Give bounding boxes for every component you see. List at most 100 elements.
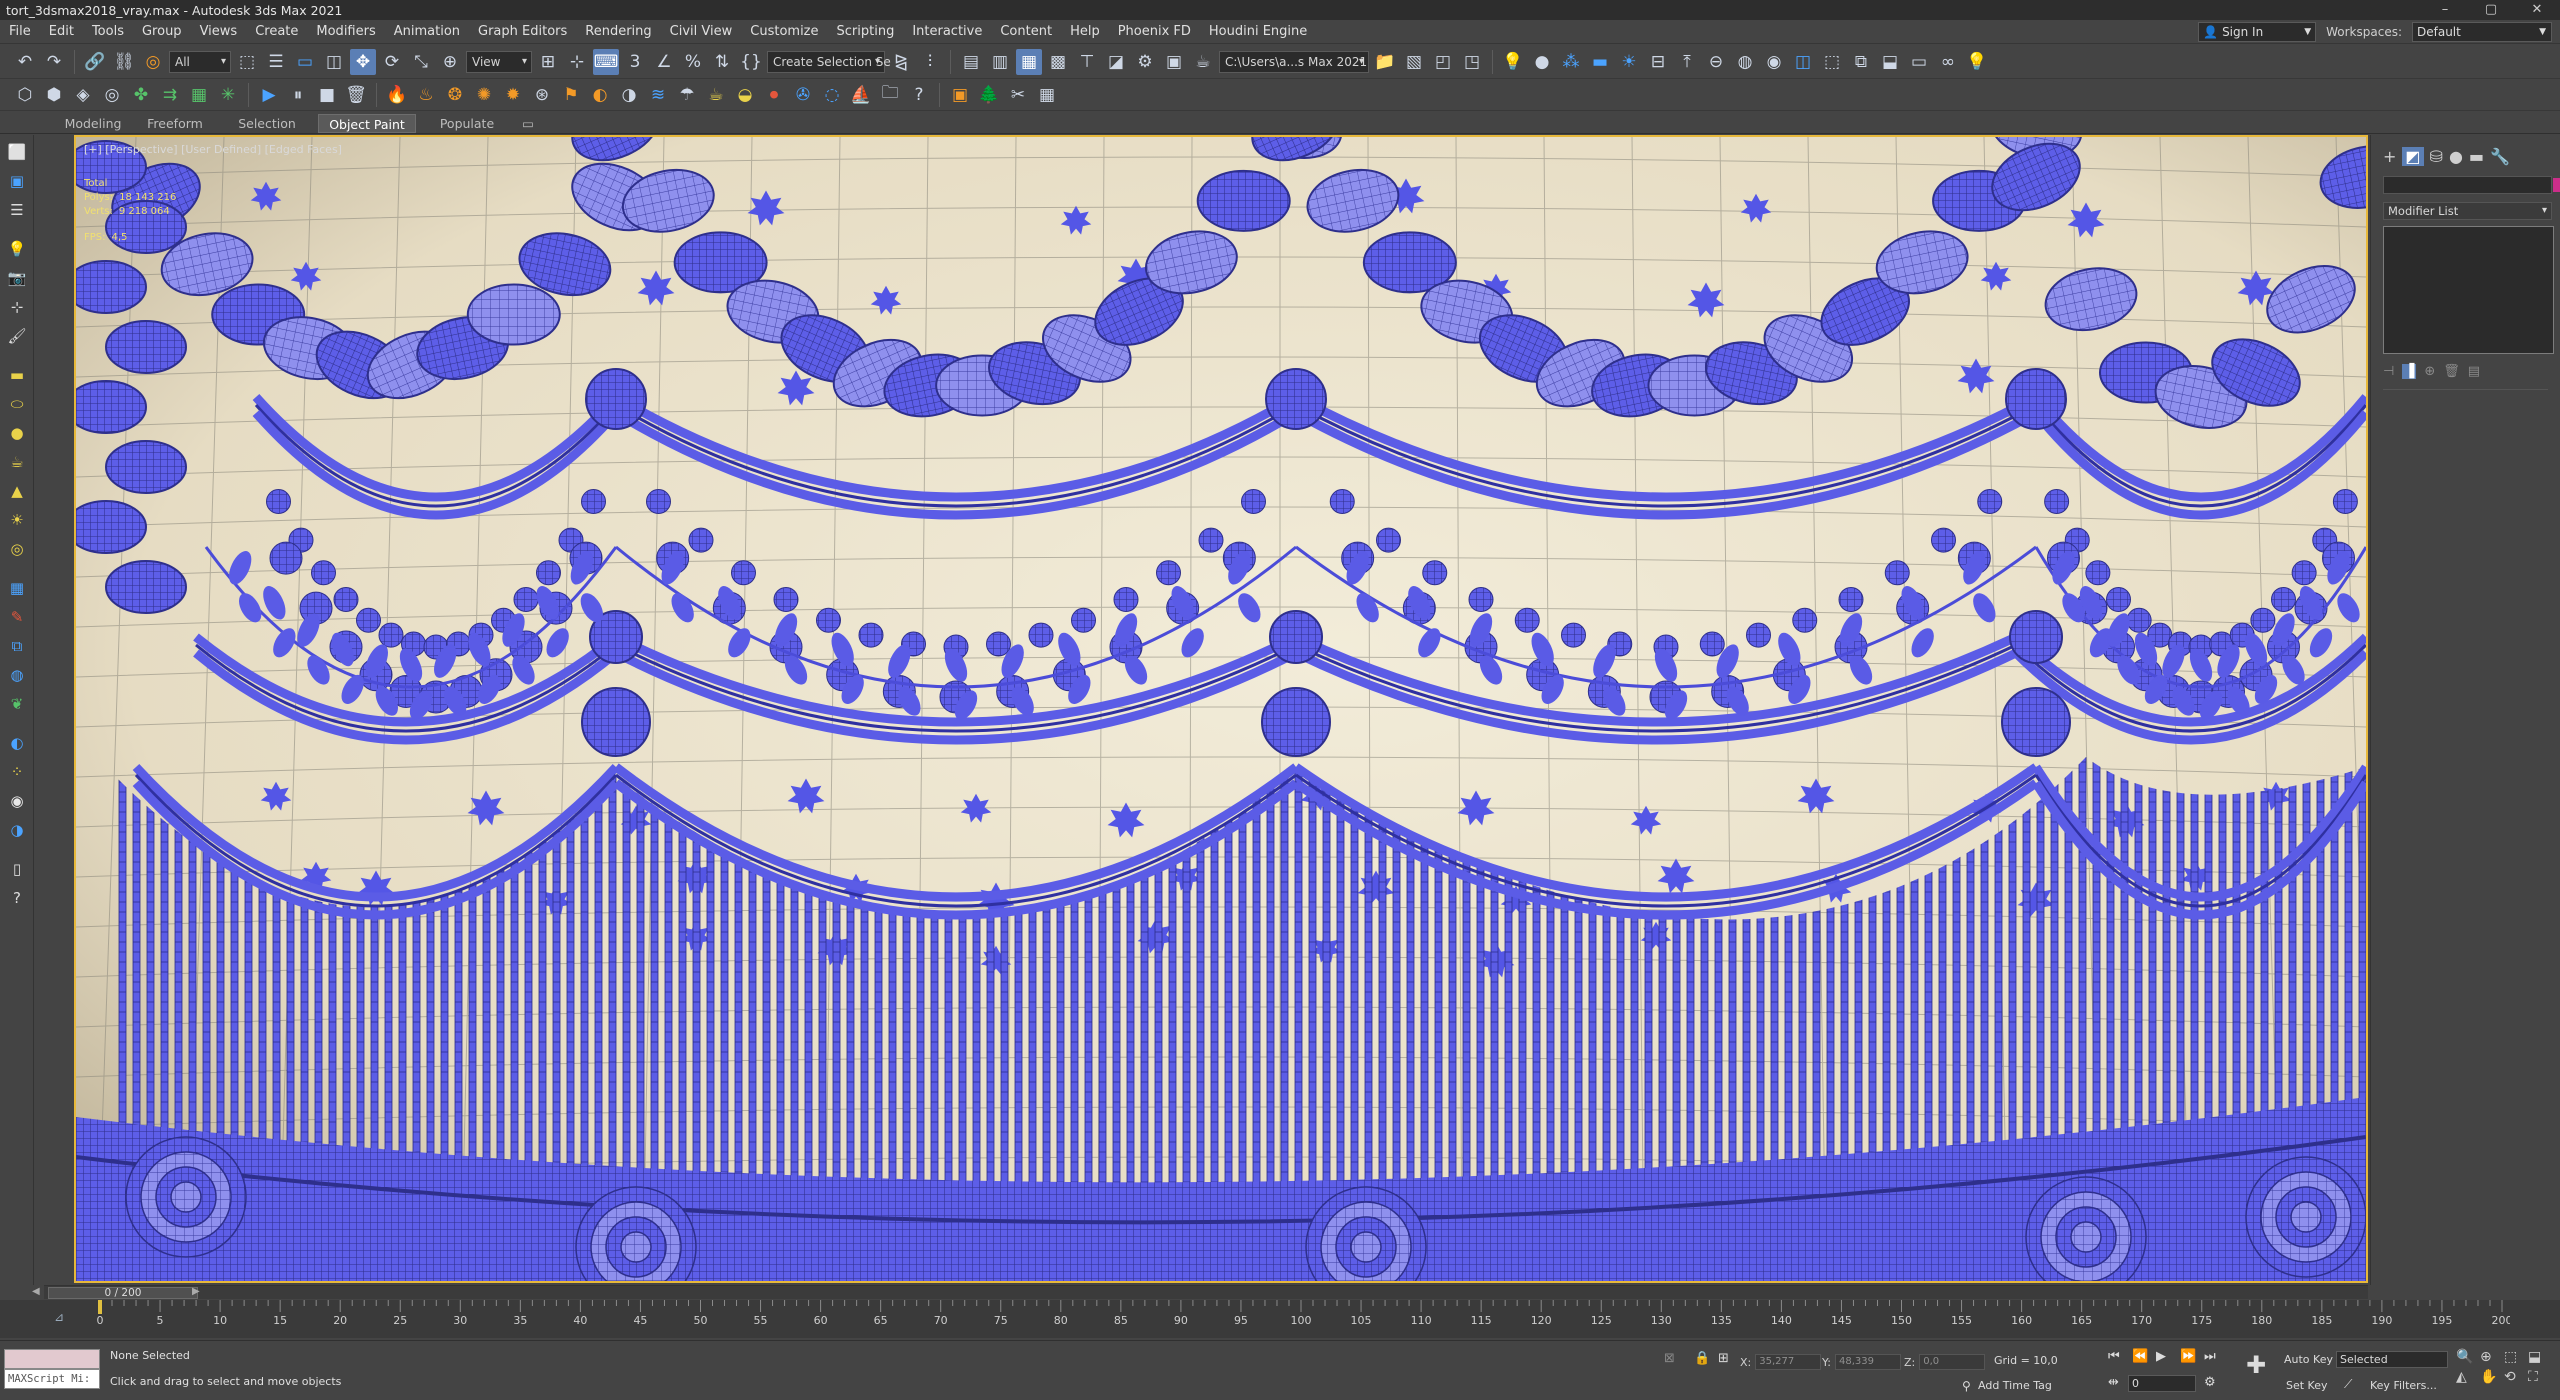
maxscript-listener[interactable]: MAXScript Mi: xyxy=(4,1349,100,1389)
x-field[interactable]: 35,277 xyxy=(1755,1354,1822,1370)
undo-icon[interactable]: ↶ xyxy=(12,49,38,75)
modifier-stack[interactable] xyxy=(2383,226,2554,354)
menu-content[interactable]: Content xyxy=(991,20,1061,44)
time-tag-icon[interactable]: ⚲ xyxy=(1962,1379,1971,1393)
maximize-viewport-icon[interactable]: ⛶ xyxy=(2528,1369,2550,1385)
link-icon[interactable]: 🔗 xyxy=(82,49,108,75)
edit-named-selection-icon[interactable]: {} xyxy=(738,49,764,75)
vray-render-icon[interactable]: ◰ xyxy=(1430,49,1456,75)
minimize-button[interactable]: – xyxy=(2422,0,2468,20)
absolute-mode-icon[interactable]: ⊞ xyxy=(1718,1351,1729,1366)
phoenix-record-icon[interactable]: ⏺ xyxy=(761,82,787,108)
cone-icon[interactable]: ▲ xyxy=(5,479,29,503)
pan-icon[interactable]: ✋ xyxy=(2480,1369,2502,1385)
zoom-extents-all-icon[interactable]: ⬓ xyxy=(2528,1349,2550,1365)
menu-tools[interactable]: Tools xyxy=(83,20,133,44)
stack-icon[interactable]: ⧉ xyxy=(5,634,29,658)
viewport-icon[interactable]: ▣ xyxy=(5,169,29,193)
ribbon-options-icon[interactable]: ▭ xyxy=(516,114,540,133)
tab-selection[interactable]: Selection xyxy=(232,114,302,133)
isolate-selection-icon[interactable]: ⊠ xyxy=(1664,1351,1675,1366)
fluid-icon[interactable]: ◐ xyxy=(5,731,29,755)
menu-civil-view[interactable]: Civil View xyxy=(661,20,742,44)
menu-phoenix-fd[interactable]: Phoenix FD xyxy=(1109,20,1200,44)
vray-dome-icon[interactable]: ⬓ xyxy=(1877,49,1903,75)
vray-vision-icon[interactable]: ⧉ xyxy=(1848,49,1874,75)
paint-icon[interactable]: ✎ xyxy=(5,605,29,629)
configure-modifier-sets-icon[interactable]: ▤ xyxy=(2468,364,2480,379)
phoenix-render-icon[interactable]: ◑ xyxy=(616,82,642,108)
spinner-snap-icon[interactable]: ⇅ xyxy=(709,49,735,75)
phoenix-fan-icon[interactable]: ✇ xyxy=(790,82,816,108)
layer-manager-icon[interactable]: ◑ xyxy=(5,818,29,842)
save-icon[interactable]: ▯ xyxy=(5,857,29,881)
next-frame-icon[interactable]: ⏩ xyxy=(2180,1349,2196,1364)
time-slider[interactable]: ◀ 0 / 200 ▶ xyxy=(32,1285,2368,1299)
key-filters-button[interactable]: Key Filters... xyxy=(2370,1379,2437,1392)
workspace-dropdown[interactable]: Default ▼ xyxy=(2412,22,2552,42)
vray-frame-icon[interactable]: ⬚ xyxy=(1819,49,1845,75)
globe-icon[interactable]: ◍ xyxy=(5,663,29,687)
tab-object-paint[interactable]: Object Paint xyxy=(318,114,416,133)
close-button[interactable]: ✕ xyxy=(2514,0,2560,20)
key-mode-icon[interactable]: ⇹ xyxy=(2108,1375,2119,1390)
phoenix-liquid-icon[interactable]: ❂ xyxy=(442,82,468,108)
window-crossing-icon[interactable]: ◫ xyxy=(321,49,347,75)
orbit-icon[interactable]: ⟲ xyxy=(2504,1369,2526,1385)
render-setup-icon[interactable]: ⚙ xyxy=(1132,49,1158,75)
vray-displacement-icon[interactable]: ⊖ xyxy=(1703,49,1729,75)
menu-animation[interactable]: Animation xyxy=(385,20,469,44)
vray-fur-icon[interactable]: ⁂ xyxy=(1558,49,1584,75)
add-time-tag-button[interactable]: Add Time Tag xyxy=(1978,1379,2052,1392)
sphere-icon[interactable]: ● xyxy=(5,421,29,445)
menu-group[interactable]: Group xyxy=(133,20,191,44)
help-icon[interactable]: ? xyxy=(906,82,932,108)
phoenix-wave-icon[interactable]: ≋ xyxy=(645,82,671,108)
project-folder-dropdown[interactable]: C:\Users\a...s Max 2021 xyxy=(1219,50,1369,73)
vray-lister-icon[interactable]: ▭ xyxy=(1906,49,1932,75)
vray-decal-icon[interactable]: ◍ xyxy=(1732,49,1758,75)
z-field[interactable]: 0,0 xyxy=(1919,1354,1986,1370)
set-key-icon[interactable]: ✚ xyxy=(2246,1351,2266,1379)
layer-explorer-icon[interactable]: ▥ xyxy=(987,49,1013,75)
cylinder-icon[interactable]: ⬭ xyxy=(5,392,29,416)
vray-toon-icon[interactable]: ⤒ xyxy=(1674,49,1700,75)
reference-coordinate-dropdown[interactable]: View xyxy=(466,50,532,73)
phoenix-bucket-icon[interactable]: ◒ xyxy=(732,82,758,108)
play-animation-icon[interactable]: ▶ xyxy=(2156,1349,2166,1364)
menu-scripting[interactable]: Scripting xyxy=(828,20,904,44)
select-and-scale-icon[interactable]: ⤡ xyxy=(408,49,434,75)
curve-editor-mini-icon[interactable]: ⊿ xyxy=(54,1310,64,1324)
play-icon[interactable]: ▶ xyxy=(256,82,282,108)
select-icon[interactable]: ⬜ xyxy=(5,140,29,164)
stop-icon[interactable]: ■ xyxy=(314,82,340,108)
vray-bulb-icon[interactable]: 💡 xyxy=(1964,49,1990,75)
utilities-tab-icon[interactable]: 🔧 xyxy=(2490,147,2510,166)
phoenix-splash-icon[interactable]: ☂ xyxy=(674,82,700,108)
phoenix-vortex-icon[interactable]: ◌ xyxy=(819,82,845,108)
schematic-view-icon[interactable]: ⊤ xyxy=(1074,49,1100,75)
tree-icon[interactable]: 🌲 xyxy=(976,82,1002,108)
plant-icon[interactable]: ❦ xyxy=(5,692,29,716)
container-open-icon[interactable]: ⬢ xyxy=(41,82,67,108)
phoenix-source-icon[interactable]: ✹ xyxy=(500,82,526,108)
select-and-rotate-icon[interactable]: ⟳ xyxy=(379,49,405,75)
rectangular-selection-icon[interactable]: ▭ xyxy=(292,49,318,75)
previous-frame-icon[interactable]: ⏪ xyxy=(2132,1349,2148,1364)
phoenix-smoke-icon[interactable]: ♨ xyxy=(413,82,439,108)
vray-light-icon[interactable]: 💡 xyxy=(1500,49,1526,75)
mirror-icon[interactable]: ⧎ xyxy=(888,49,914,75)
scene-explorer-icon[interactable]: ▤ xyxy=(958,49,984,75)
track-bar[interactable]: ⊿ 0 5 10 15 20 25 30 35 40 45 50 55 60 65 70 75 80 85 90 95… xyxy=(0,1300,2560,1338)
camera-icon[interactable]: 📷 xyxy=(5,266,29,290)
object-name-field[interactable] xyxy=(2383,176,2560,194)
named-selection-dropdown[interactable]: Create Selection Se xyxy=(767,50,891,73)
vray-physical-camera-icon[interactable]: ◉ xyxy=(1761,49,1787,75)
modify-tab-icon[interactable]: ◩ xyxy=(2402,147,2424,166)
show-end-result-icon[interactable]: ▐ xyxy=(2402,364,2417,379)
menu-edit[interactable]: Edit xyxy=(40,20,83,44)
vray-frame-buffer-icon[interactable]: ▧ xyxy=(1401,49,1427,75)
maxscript-output[interactable] xyxy=(4,1349,100,1369)
shading-icon[interactable]: ◉ xyxy=(5,789,29,813)
current-frame-field[interactable]: 0 xyxy=(2128,1375,2196,1392)
